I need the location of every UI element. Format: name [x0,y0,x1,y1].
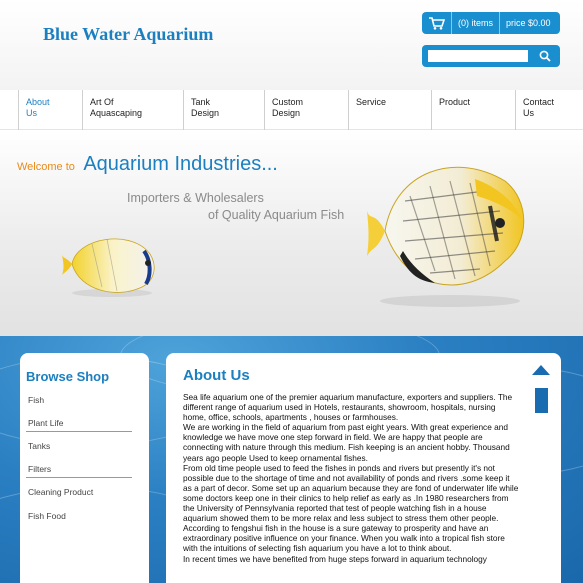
browse-shop-sidebar: Browse Shop Fish Plant Life Tanks Filter… [20,353,149,583]
sidebar-item-tanks[interactable]: Tanks [28,436,132,456]
content-title: About Us [183,367,250,384]
sidebar-item-cleaning-product[interactable]: Cleaning Product [28,482,132,502]
cart-items-count[interactable]: (0) items [452,12,501,34]
scrollbar-thumb[interactable] [535,388,548,413]
nav-label: Us [26,108,37,118]
cart-bar[interactable]: (0) items price $0.00 [422,12,560,34]
header: Blue Water Aquarium (0) items price $0.0… [0,0,583,90]
nav-label: Aquascaping [90,108,143,118]
cart-price[interactable]: price $0.00 [500,12,557,34]
nav-about-us[interactable]: About Us [18,90,80,130]
search-bar [422,45,560,67]
sidebar-divider [26,477,132,478]
paragraph: Sea life aquarium one of the premier aqu… [183,392,513,423]
nav-product[interactable]: Product [431,90,514,130]
search-button[interactable] [534,47,556,65]
about-us-panel: About Us Sea life aquarium one of the pr… [166,353,561,583]
sidebar-item-fish-food[interactable]: Fish Food [28,506,132,526]
nav-contact-us[interactable]: Contact Us [515,90,577,130]
nav-label: Service [356,97,387,107]
sidebar-item-filters[interactable]: Filters [28,459,132,479]
nav-label: Custom [272,97,304,107]
main-nav: About Us Art Of Aquascaping Tank Design … [0,90,583,130]
nav-label: About [26,97,50,107]
sidebar-title: Browse Shop [26,369,110,384]
nav-service[interactable]: Service [348,90,430,130]
tagline-line-1: Importers & Wholesalers [127,191,264,205]
sidebar-divider [26,431,132,432]
site-logo[interactable]: Blue Water Aquarium [43,24,213,45]
paragraph: We are working in the field of aquarium … [183,422,510,463]
butterflyfish-small-image [62,238,155,297]
butterflyfish-large-image [367,166,525,307]
nav-label: Us [523,108,534,118]
welcome-heading: Welcome to Aquarium Industries... [17,153,278,176]
sidebar-item-fish[interactable]: Fish [28,390,132,410]
search-input[interactable] [428,50,528,62]
nav-label: Design [272,108,301,118]
about-us-text: Sea life aquarium one of the premier aqu… [183,392,519,564]
welcome-company-name: Aquarium Industries... [83,153,278,175]
sidebar-item-plant-life[interactable]: Plant Life [28,413,132,433]
scroll-up-arrow-icon[interactable] [532,365,550,375]
nav-label: Product [439,97,471,107]
welcome-small-text: Welcome to [17,161,75,173]
nav-label: Contact [523,97,555,107]
nav-label: Tank [191,97,211,107]
nav-label: Design [191,108,220,118]
paragraph: From old time people used to feed the fi… [183,462,519,554]
search-icon [539,50,551,62]
nav-tank-design[interactable]: Tank Design [183,90,263,130]
nav-label: Art Of [90,97,114,107]
paragraph: In recent times we have benefited from h… [183,553,487,564]
nav-custom-design[interactable]: Custom Design [264,90,347,130]
hero-banner: Welcome to Aquarium Industries... Import… [0,131,583,336]
shopping-cart-icon[interactable] [422,12,452,34]
tagline-line-2: of Quality Aquarium Fish [208,208,345,222]
nav-art-of-aquascaping[interactable]: Art Of Aquascaping [82,90,182,130]
